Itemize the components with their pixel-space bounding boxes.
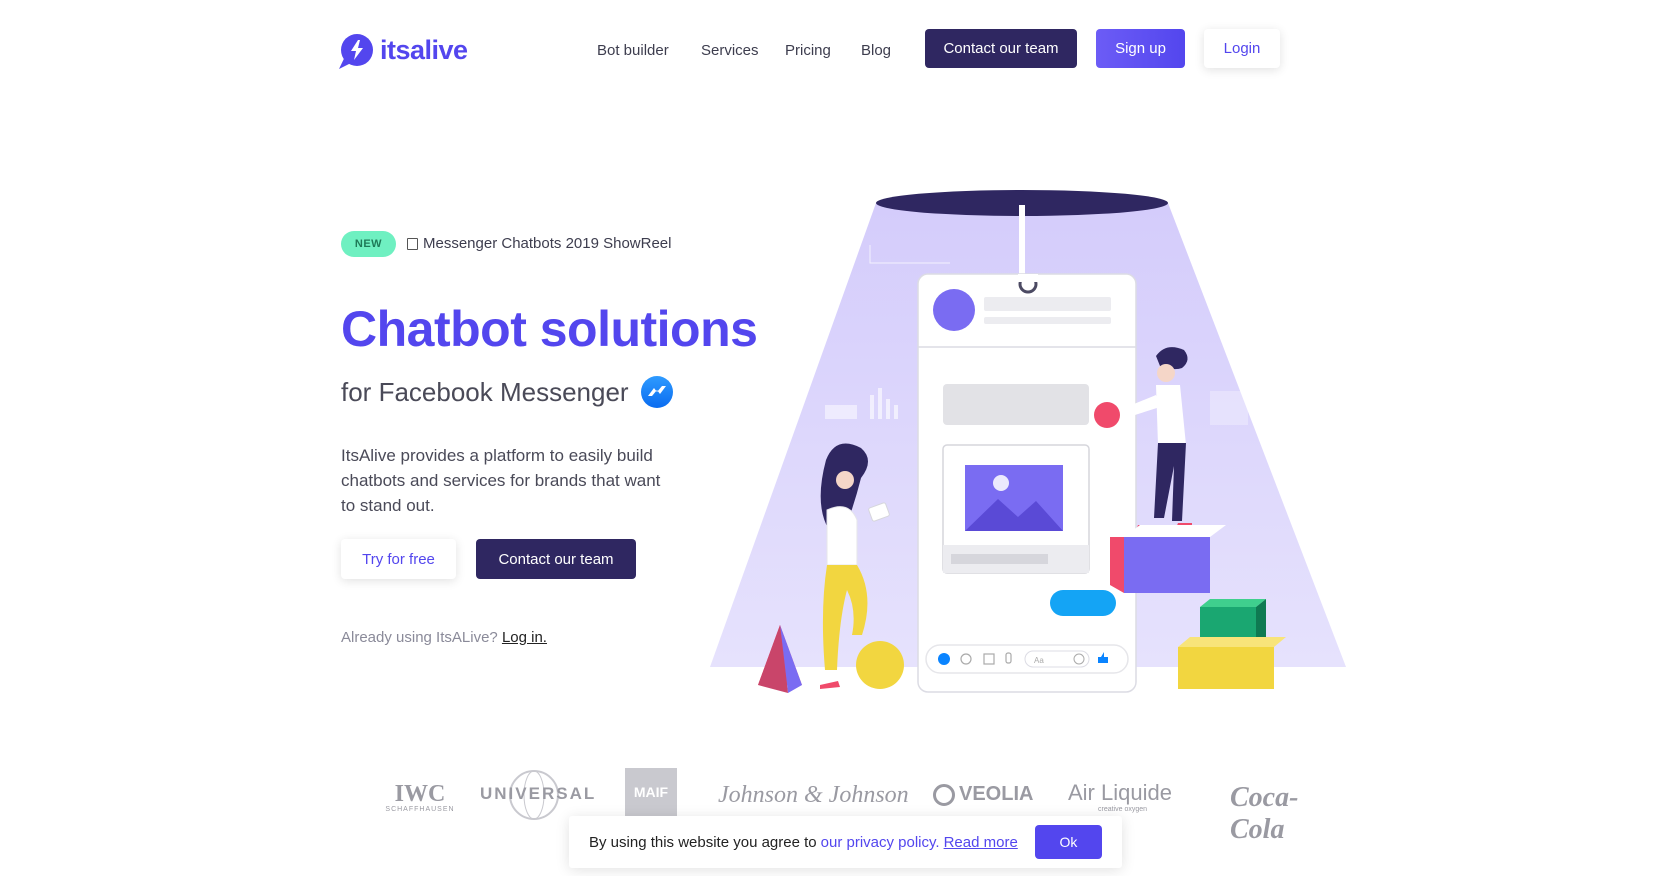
logo-air-liquide: Air Liquide creative oxygen	[1068, 780, 1172, 813]
logo-text: itsalive	[380, 34, 468, 65]
sign-up-button[interactable]: Sign up	[1096, 29, 1185, 68]
log-in-link[interactable]: Log in.	[502, 629, 547, 646]
input-placeholder: Aa	[1034, 656, 1044, 665]
showreel-link[interactable]: Messenger Chatbots 2019 ShowReel	[407, 235, 671, 252]
read-more-link[interactable]: Read more	[944, 834, 1018, 851]
hero-title: Chatbot solutions	[341, 301, 758, 357]
login-button[interactable]: Login	[1204, 29, 1280, 68]
nav-link-services[interactable]: Services	[701, 42, 759, 59]
nav-link-blog[interactable]: Blog	[861, 42, 891, 59]
new-badge: NEW	[341, 231, 396, 257]
already-using-label: Already using ItsALive?	[341, 629, 498, 646]
try-for-free-button[interactable]: Try for free	[341, 539, 456, 579]
cookie-text: By using this website you agree to	[589, 833, 817, 851]
logo-iwc: IWC SCHAFFHAUSEN	[385, 781, 455, 813]
hero-description: ItsAlive provides a platform to easily b…	[341, 446, 661, 515]
logo-coca-cola: Coca-Cola	[1230, 782, 1299, 845]
nav-link-pricing[interactable]: Pricing	[785, 42, 831, 59]
film-icon	[407, 237, 418, 250]
logo[interactable]: itsalive	[341, 34, 468, 66]
client-logos: IWC SCHAFFHAUSEN UNIVERSAL MAIF Johnson …	[360, 768, 1330, 845]
hero-illustration: Aa	[700, 185, 1360, 695]
hero-subtitle: for Facebook Messenger	[341, 376, 673, 408]
logo-universal: UNIVERSAL	[480, 768, 594, 823]
messenger-icon	[640, 376, 673, 408]
contact-team-button[interactable]: Contact our team	[925, 29, 1077, 68]
nav-link-bot-builder[interactable]: Bot builder	[597, 42, 669, 59]
already-using-text: Already using ItsALive? Log in.	[341, 629, 547, 646]
top-nav: itsalive Bot builder Services Pricing Bl…	[0, 0, 1680, 100]
showreel-label: Messenger Chatbots 2019 ShowReel	[423, 235, 672, 252]
hero-contact-team-button[interactable]: Contact our team	[476, 539, 636, 579]
lightning-icon	[341, 34, 373, 66]
logo-johnson-johnson: Johnson & Johnson	[718, 782, 909, 808]
cookie-ok-button[interactable]: Ok	[1035, 825, 1102, 859]
logo-veolia: VEOLIA	[933, 783, 1033, 806]
logo-maif: MAIF	[625, 768, 677, 816]
privacy-policy-link[interactable]: our privacy policy.	[821, 834, 940, 851]
veolia-icon	[933, 783, 955, 806]
hero-subtitle-text: for Facebook Messenger	[341, 376, 629, 407]
cookie-banner: By using this website you agree to our p…	[569, 816, 1122, 868]
